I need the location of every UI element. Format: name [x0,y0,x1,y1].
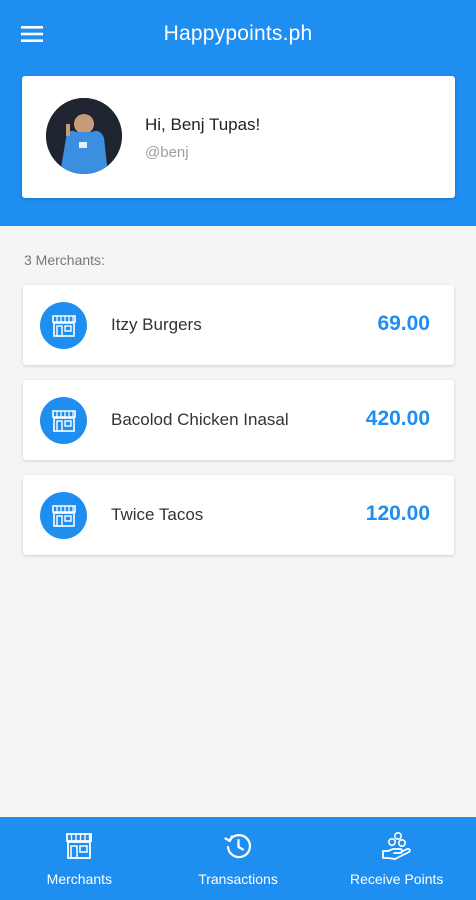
merchant-name: Bacolod Chicken Inasal [111,410,289,429]
nav-label: Transactions [198,871,278,887]
nav-label: Receive Points [349,871,444,887]
history-icon [222,830,254,862]
merchant-points: 120.00 [365,502,430,525]
app-title: Happypoints.ph [163,22,313,45]
top-app-bar: Happypoints.ph [0,0,476,68]
merchant-name: Itzy Burgers [111,315,202,334]
merchant-card[interactable]: Bacolod Chicken Inasal 420.00 [23,380,454,460]
store-icon [51,504,76,527]
app-header: Happypoints.ph Hi, Benj Tupas! @benj [0,0,476,226]
nav-transactions[interactable]: Transactions [159,817,318,900]
merchant-avatar [40,302,87,349]
merchant-name: Twice Tacos [111,505,204,524]
nav-merchants[interactable]: Merchants [0,817,159,900]
store-icon [63,830,95,862]
hamburger-menu-icon [21,26,43,42]
store-icon [51,409,76,432]
user-photo-icon [46,98,122,174]
profile-card: Hi, Benj Tupas! @benj [22,76,455,198]
profile-handle: @benj [145,144,189,161]
merchant-card[interactable]: Twice Tacos 120.00 [23,475,454,555]
store-icon [51,314,76,337]
hand-receive-icon [381,830,413,862]
nav-receive-points[interactable]: Receive Points [317,817,476,900]
avatar[interactable] [46,98,122,174]
merchant-card[interactable]: Itzy Burgers 69.00 [23,285,454,365]
bottom-navigation: Merchants Transactions Receive Points [0,817,476,900]
merchant-avatar [40,397,87,444]
menu-button[interactable] [14,16,50,52]
profile-greeting: Hi, Benj Tupas! [145,115,261,134]
merchant-points: 420.00 [365,407,430,430]
merchant-points: 69.00 [377,312,430,335]
merchant-avatar [40,492,87,539]
merchant-count-label: 3 Merchants: [24,252,105,268]
merchant-list: Itzy Burgers 69.00 Bacolod Chicken Inasa… [23,285,454,570]
nav-label: Merchants [46,871,113,887]
